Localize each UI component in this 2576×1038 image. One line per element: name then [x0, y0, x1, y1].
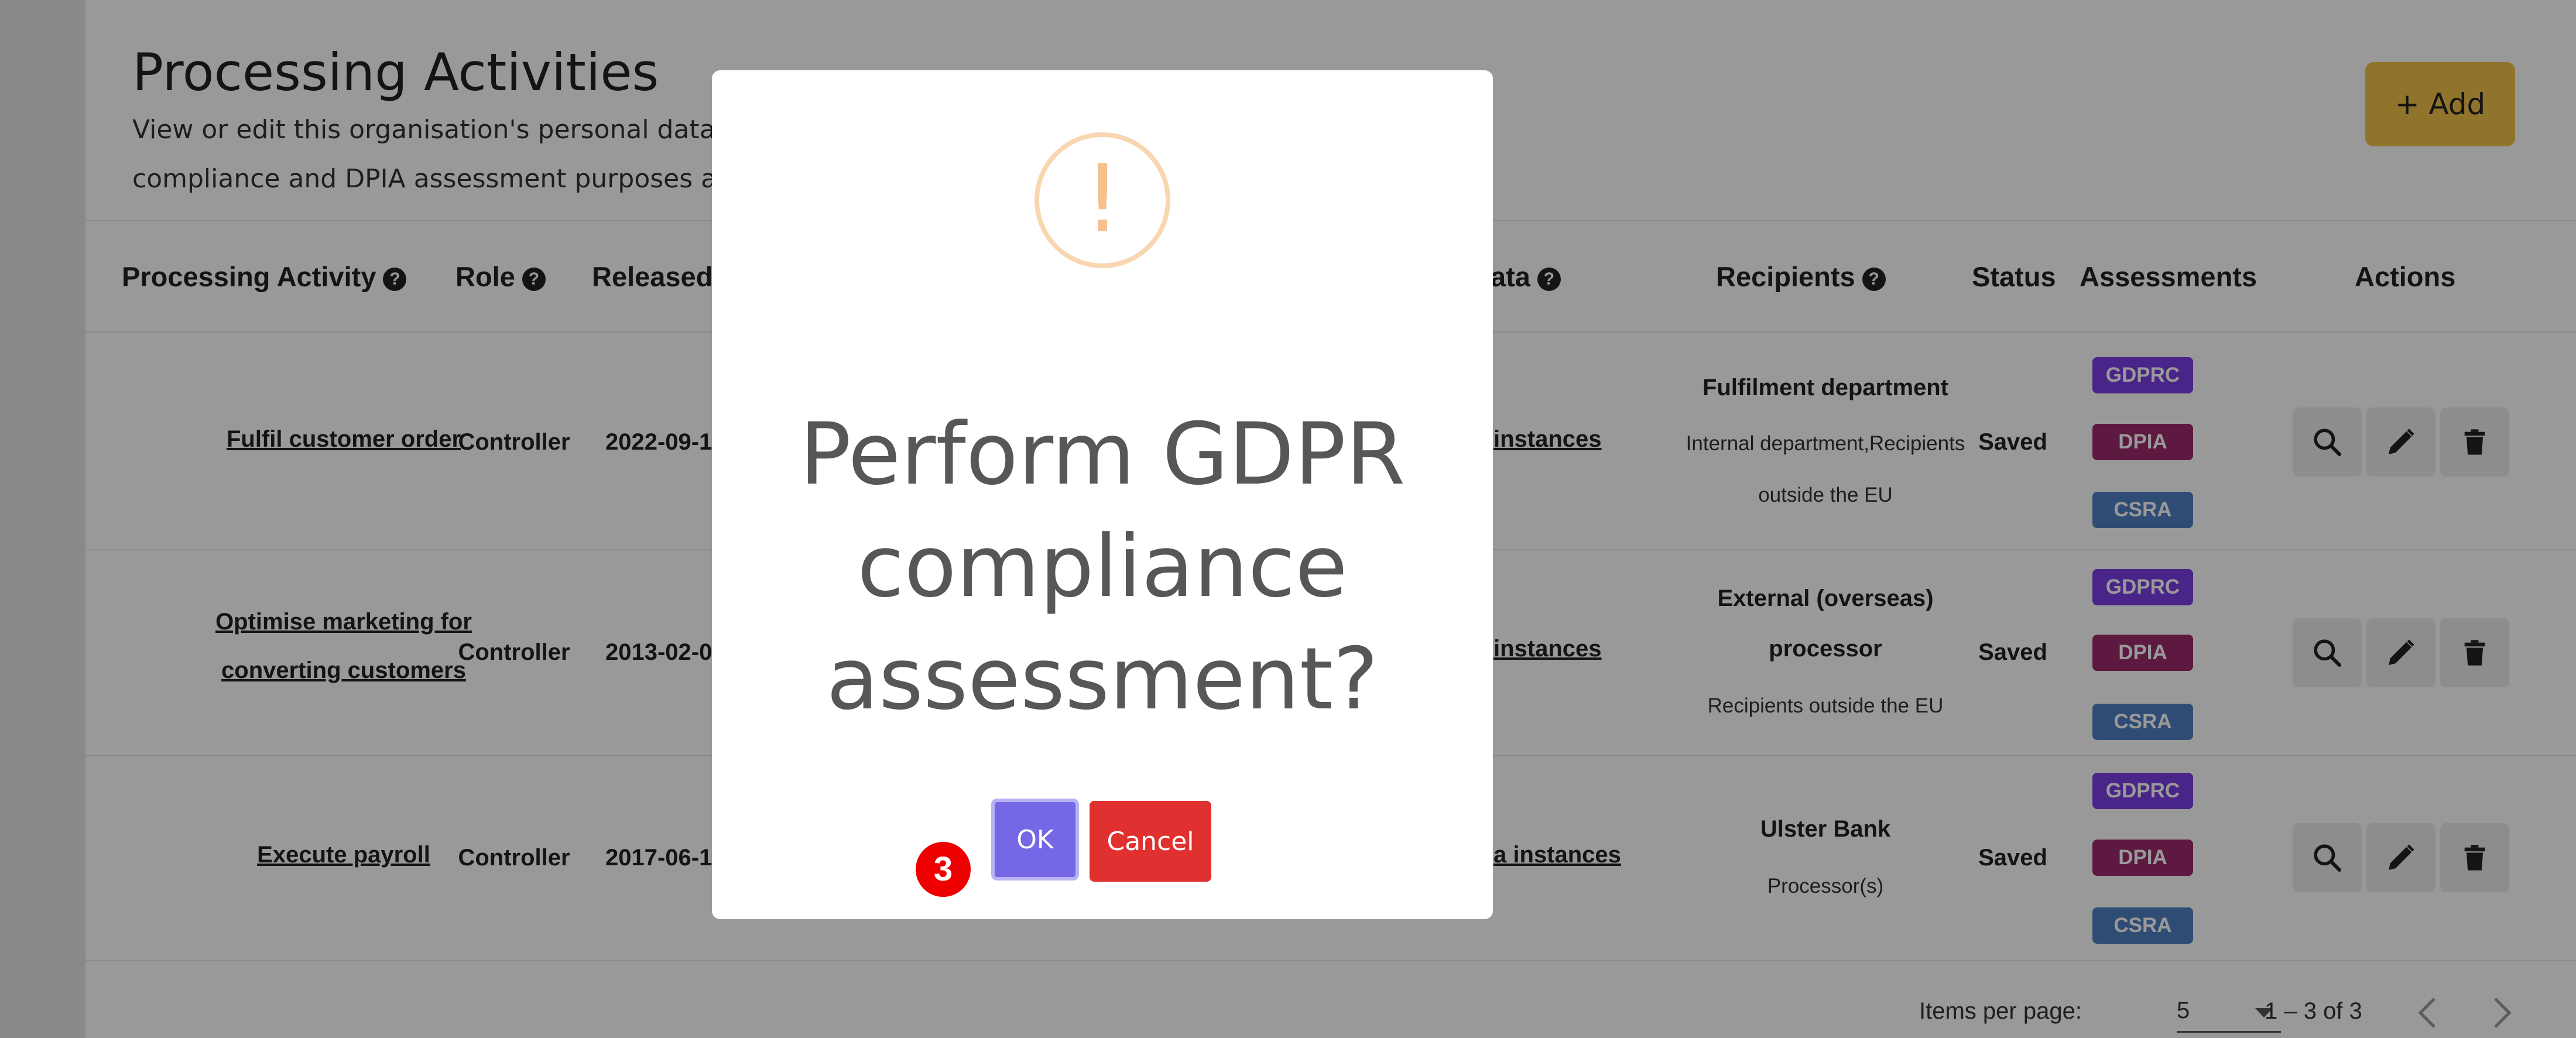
step-marker: 3	[913, 839, 974, 900]
warning-icon: !	[1034, 132, 1170, 268]
cancel-button[interactable]: Cancel	[1090, 801, 1211, 882]
dialog-title: Perform GDPR compliance assessment?	[747, 398, 1458, 735]
dialog-title-line-1: Perform GDPR	[799, 405, 1406, 504]
confirm-dialog: ! Perform GDPR compliance assessment? OK…	[712, 70, 1493, 919]
dialog-title-line-3: assessment?	[826, 629, 1379, 729]
dialog-title-line-2: compliance	[857, 517, 1348, 616]
ok-button[interactable]: OK	[991, 799, 1079, 881]
